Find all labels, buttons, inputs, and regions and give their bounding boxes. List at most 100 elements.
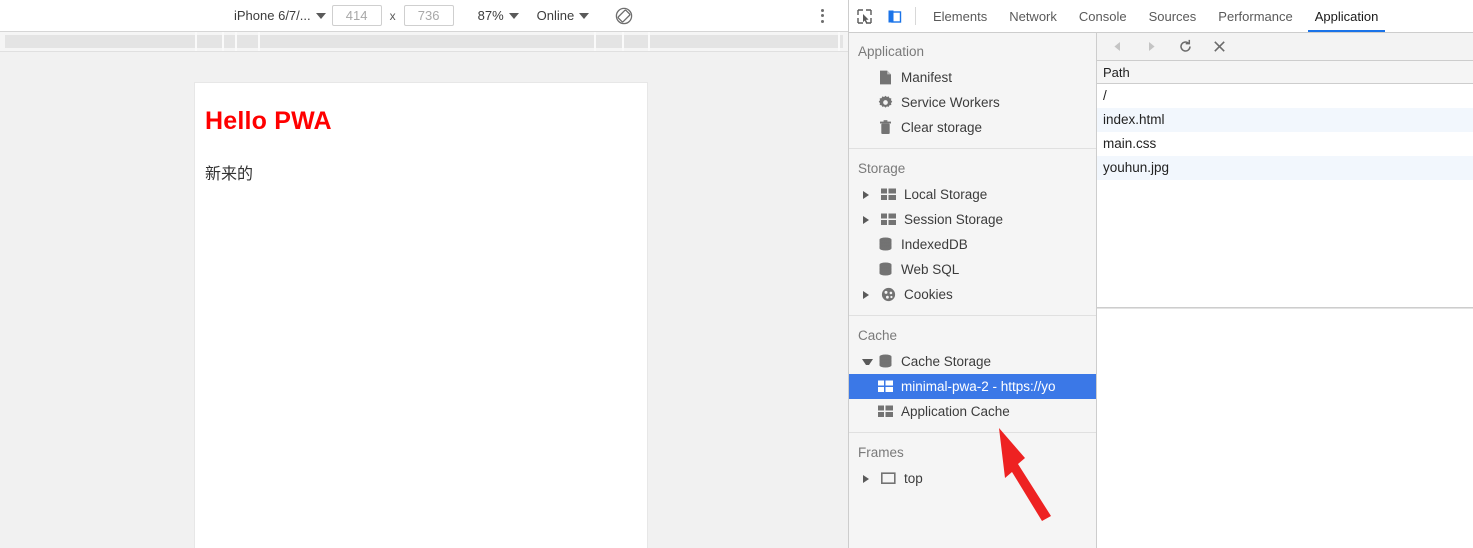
rotate-device-icon[interactable] [613,5,635,27]
delete-entry-button[interactable] [1209,37,1229,57]
application-sidebar: Application Manifest Service Workers Cle… [849,33,1097,548]
tab-label: Performance [1218,8,1293,24]
sidebar-section-frames: Frames top [849,432,1096,491]
sidebar-section-title: Application [858,44,925,59]
table-grid-icon [877,404,894,420]
table-row[interactable]: main.css [1097,132,1473,156]
device-emulation-area: iPhone 6/7/... 414 x 736 87% Online Hell… [0,0,849,548]
frame-rectangle-icon [880,471,897,487]
network-throttling-selector[interactable]: Online [531,5,596,27]
sidebar-item-label: Cache Storage [901,354,992,369]
chevron-down-icon [579,12,590,19]
manifest-document-icon [877,70,894,86]
expand-triangle-icon[interactable] [863,215,874,224]
sidebar-item-label: Manifest [901,70,953,85]
cell-path: main.css [1103,136,1157,151]
sidebar-item-label: Web SQL [901,262,960,277]
database-icon [877,237,894,253]
sidebar-item-cache-minimal-pwa-2[interactable]: minimal-pwa-2 - https://yo [849,374,1096,399]
previous-page-button[interactable] [1107,37,1127,57]
inspect-element-icon[interactable] [849,0,879,32]
cache-grid-empty-space [1097,180,1473,308]
page-body-text: 新来的 [205,166,254,183]
sidebar-item-cache-storage[interactable]: Cache Storage [849,349,1096,374]
sidebar-item-application-cache[interactable]: Application Cache [849,399,1096,424]
cache-grid-header: Path [1097,61,1473,84]
sidebar-item-session-storage[interactable]: Session Storage [849,207,1096,232]
sidebar-item-label: Session Storage [904,212,1004,227]
sidebar-section-cache: Cache Cache Storage minimal-pwa-2 - http… [849,315,1096,424]
expand-triangle-icon[interactable] [863,290,874,299]
table-grid-icon [880,187,897,203]
tab-label: Network [1009,8,1057,24]
cache-entry-preview-pane [1097,308,1473,548]
table-row[interactable]: index.html [1097,108,1473,132]
viewport-ruler [0,32,848,52]
devtools-body: Application Manifest Service Workers Cle… [849,33,1473,548]
next-page-button[interactable] [1141,37,1161,57]
page-title: Hello PWA [205,107,332,135]
collapse-triangle-icon[interactable] [862,358,873,365]
tab-label: Sources [1148,8,1197,24]
refresh-button[interactable] [1175,37,1195,57]
sidebar-section-title: Storage [858,161,906,176]
sidebar-item-label: IndexedDB [901,237,968,252]
sidebar-item-frame-top[interactable]: top [849,466,1096,491]
dimension-separator: x [389,8,396,23]
tab-console[interactable]: Console [1068,0,1138,32]
table-row[interactable]: youhun.jpg [1097,156,1473,180]
tab-sources[interactable]: Sources [1138,0,1208,32]
device-emulation-toolbar: iPhone 6/7/... 414 x 736 87% Online [0,0,848,32]
chevron-down-icon [315,12,326,19]
expand-triangle-icon[interactable] [863,190,874,199]
sidebar-item-local-storage[interactable]: Local Storage [849,182,1096,207]
device-selector-label: iPhone 6/7/... [234,8,311,23]
viewport-container: Hello PWA 新来的 [0,52,848,548]
sidebar-section-application: Application Manifest Service Workers Cle… [849,40,1096,140]
cell-path: index.html [1103,112,1165,127]
device-selector[interactable]: iPhone 6/7/... [228,5,332,27]
chevron-down-icon [508,12,519,19]
cache-grid-rows: / index.html main.css youhun.jpg [1097,84,1473,180]
sidebar-item-clear-storage[interactable]: Clear storage [849,115,1096,140]
toggle-device-toolbar-icon[interactable] [879,0,909,32]
device-height-input[interactable]: 736 [403,5,454,26]
tab-performance[interactable]: Performance [1207,0,1303,32]
sidebar-section-title: Cache [858,328,898,343]
tab-label: Application [1314,8,1379,24]
tab-application[interactable]: Application [1304,0,1390,32]
sidebar-item-cookies[interactable]: Cookies [849,282,1096,307]
tab-elements[interactable]: Elements [922,0,998,32]
zoom-selector-label: 87% [477,8,504,23]
zoom-selector[interactable]: 87% [472,5,525,27]
database-icon [877,262,894,278]
devtools-panel: Elements Network Console Sources Perform… [849,0,1473,548]
sidebar-item-label: Cookies [904,287,953,302]
tab-label: Console [1078,8,1127,24]
network-throttling-label: Online [536,8,575,23]
column-header-path: Path [1103,64,1130,80]
more-options-icon[interactable] [814,7,830,25]
cell-path: / [1103,88,1107,103]
sidebar-item-label: top [904,471,923,486]
sidebar-item-service-workers[interactable]: Service Workers [849,90,1096,115]
sidebar-item-web-sql[interactable]: Web SQL [849,257,1096,282]
tab-network[interactable]: Network [998,0,1068,32]
devtools-tabbar: Elements Network Console Sources Perform… [849,0,1473,33]
sidebar-item-label: Local Storage [904,187,988,202]
table-row[interactable]: / [1097,84,1473,108]
sidebar-section-storage: Storage Local Storage Session Storage In… [849,148,1096,307]
sidebar-item-manifest[interactable]: Manifest [849,65,1096,90]
sidebar-item-label: Application Cache [901,404,1010,419]
sidebar-item-indexeddb[interactable]: IndexedDB [849,232,1096,257]
devtools-screenshot: iPhone 6/7/... 414 x 736 87% Online Hell… [0,0,1473,548]
sidebar-item-label: Service Workers [901,95,1000,110]
expand-triangle-icon[interactable] [863,474,874,483]
device-width-input[interactable]: 414 [331,5,382,26]
cache-content-panel: Path / index.html main.css youhun.jpg [1097,33,1473,548]
cache-toolbar [1097,33,1473,61]
emulated-page-viewport[interactable]: Hello PWA 新来的 [195,83,647,548]
clear-storage-trash-icon [877,120,894,136]
toolbar-divider [915,7,916,25]
table-grid-icon [877,379,894,395]
